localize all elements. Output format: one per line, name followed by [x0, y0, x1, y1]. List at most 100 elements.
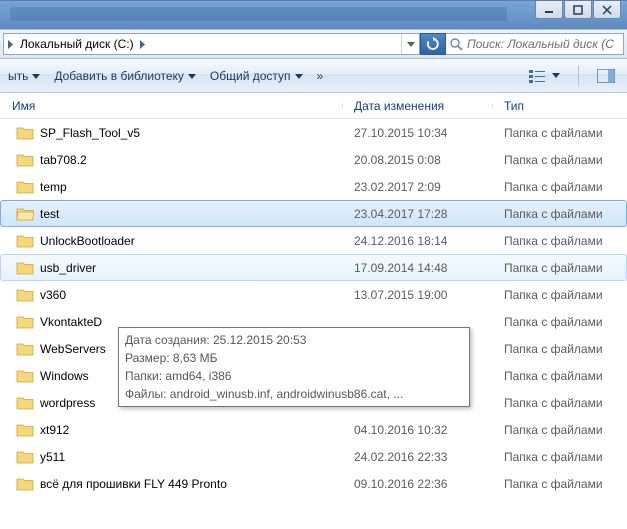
table-row[interactable]: usb_driver 17.09.2014 14:48Папка с файлам…: [0, 254, 627, 281]
chevron-down-icon: [32, 74, 40, 79]
cell-date: 20.08.2015 0:08: [342, 153, 492, 167]
cell-name: test: [1, 206, 343, 222]
cell-type: Папка с файлами: [492, 423, 627, 437]
cell-name: temp: [0, 179, 342, 195]
cell-type: Папка с файлами: [492, 288, 627, 302]
file-name: v360: [40, 288, 66, 302]
cell-type: Папка с файлами: [492, 153, 627, 167]
file-name: temp: [40, 180, 67, 194]
refresh-button[interactable]: [420, 33, 446, 55]
cell-date: 13.07.2015 19:00: [342, 288, 492, 302]
cell-date: 27.10.2015 10:34: [342, 126, 492, 140]
address-dropdown[interactable]: [401, 34, 419, 54]
file-name: usb_driver: [40, 261, 96, 275]
view-mode-button[interactable]: [525, 67, 564, 85]
cell-date: 04.10.2016 10:32: [342, 423, 492, 437]
cell-date: 23.02.2017 2:09: [342, 180, 492, 194]
file-name: tab708.2: [40, 153, 87, 167]
cell-type: Папка с файлами: [492, 234, 627, 248]
file-name: wordpress: [40, 396, 95, 410]
maximize-icon: [573, 5, 583, 15]
search-icon: [450, 38, 463, 51]
file-name: xt912: [40, 423, 69, 437]
close-button[interactable]: [593, 1, 621, 19]
tooltip-line: Дата создания: 25.12.2015 20:53: [125, 331, 463, 349]
cell-name: tab708.2: [0, 152, 342, 168]
window-controls: [534, 1, 621, 19]
chevron-down-icon: [188, 74, 196, 79]
preview-pane-icon: [597, 69, 615, 83]
toolbar-add-to-library[interactable]: Добавить в библиотеку: [54, 69, 196, 83]
address-bar-row: Локальный диск (C:) Поиск: Локальный дис…: [0, 29, 627, 59]
file-name: SP_Flash_Tool_v5: [40, 126, 140, 140]
column-headers: Имя Дата изменения Тип: [0, 93, 627, 119]
file-name: UnlockBootloader: [40, 234, 135, 248]
column-header-name[interactable]: Имя: [0, 99, 342, 113]
tooltip-line: Папки: amd64, i386: [125, 367, 463, 385]
file-name: Windows: [40, 369, 89, 383]
cell-date: 24.12.2016 18:14: [342, 234, 492, 248]
toolbar-share[interactable]: Общий доступ: [210, 69, 303, 83]
cell-name: y511: [0, 449, 342, 465]
chevron-right-icon[interactable]: [136, 34, 150, 54]
cell-date: 09.10.2016 22:36: [342, 477, 492, 491]
table-row[interactable]: v360 13.07.2015 19:00Папка с файлами: [0, 281, 627, 308]
cell-type: Папка с файлами: [492, 315, 627, 329]
cell-type: Папка с файлами: [492, 369, 627, 383]
titlebar: [0, 1, 627, 29]
column-header-type[interactable]: Тип: [492, 99, 627, 113]
breadcrumb-location[interactable]: Локальный диск (C:): [18, 37, 136, 51]
cell-type: Папка с файлами: [492, 477, 627, 491]
file-name: y511: [40, 450, 65, 464]
table-row[interactable]: tab708.2 20.08.2015 0:08Папка с файлами: [0, 146, 627, 173]
cell-name: v360: [0, 287, 342, 303]
cell-type: Папка с файлами: [492, 180, 627, 194]
toolbar-overflow[interactable]: »: [317, 69, 324, 83]
cell-type: Папка с файлами: [492, 450, 627, 464]
cell-name: xt912: [0, 422, 342, 438]
chevron-down-icon: [552, 73, 560, 78]
file-name: всё для прошивки FLY 449 Pronto: [40, 477, 227, 491]
minimize-button[interactable]: [535, 1, 563, 19]
table-row[interactable]: test 23.04.2017 17:28Папка с файлами: [0, 200, 627, 227]
file-name: WebServers: [40, 342, 106, 356]
cell-date: 24.02.2016 22:33: [342, 450, 492, 464]
search-input[interactable]: Поиск: Локальный диск (C: [446, 33, 624, 55]
minimize-icon: [544, 5, 554, 15]
search-placeholder: Поиск: Локальный диск (C: [467, 37, 614, 51]
table-row[interactable]: всё для прошивки FLY 449 Pronto 09.10.201…: [0, 470, 627, 497]
file-name: VkontakteD: [40, 315, 102, 329]
view-details-icon: [529, 69, 549, 83]
cell-type: Папка с файлами: [493, 261, 626, 275]
table-row[interactable]: SP_Flash_Tool_v527.10.2015 10:34Папка с …: [0, 119, 627, 146]
file-list: SP_Flash_Tool_v527.10.2015 10:34Папка с …: [0, 119, 627, 497]
cell-name: всё для прошивки FLY 449 Pronto: [0, 476, 342, 492]
chevron-down-icon: [295, 74, 303, 79]
tooltip-line: Размер: 8,63 МБ: [125, 349, 463, 367]
refresh-icon: [426, 37, 440, 51]
table-row[interactable]: xt912 04.10.2016 10:32Папка с файлами: [0, 416, 627, 443]
cell-date: 23.04.2017 17:28: [343, 207, 493, 221]
tooltip: Дата создания: 25.12.2015 20:53 Размер: …: [118, 327, 470, 407]
maximize-button[interactable]: [564, 1, 592, 19]
tooltip-line: Файлы: android_winusb.inf, androidwinusb…: [125, 385, 463, 403]
toolbar-separator: [578, 66, 579, 86]
cell-type: Папка с файлами: [492, 396, 627, 410]
chevron-right-icon[interactable]: [4, 34, 18, 54]
file-name: test: [40, 207, 59, 221]
table-row[interactable]: y511 24.02.2016 22:33Папка с файлами: [0, 443, 627, 470]
preview-pane-button[interactable]: [593, 67, 619, 85]
cell-date: 17.09.2014 14:48: [343, 261, 493, 275]
toolbar: ыть Добавить в библиотеку Общий доступ »: [0, 59, 627, 93]
cell-name: SP_Flash_Tool_v5: [0, 125, 342, 141]
column-header-date[interactable]: Дата изменения: [342, 99, 492, 113]
cell-type: Папка с файлами: [493, 207, 626, 221]
table-row[interactable]: temp 23.02.2017 2:09Папка с файлами: [0, 173, 627, 200]
cell-name: usb_driver: [1, 260, 343, 276]
breadcrumb-bar[interactable]: Локальный диск (C:): [3, 33, 420, 55]
toolbar-organize-fragment[interactable]: ыть: [8, 69, 40, 83]
table-row[interactable]: UnlockBootloader 24.12.2016 18:14Папка с …: [0, 227, 627, 254]
close-icon: [602, 5, 612, 15]
cell-name: UnlockBootloader: [0, 233, 342, 249]
window-title-blur: [10, 7, 507, 21]
